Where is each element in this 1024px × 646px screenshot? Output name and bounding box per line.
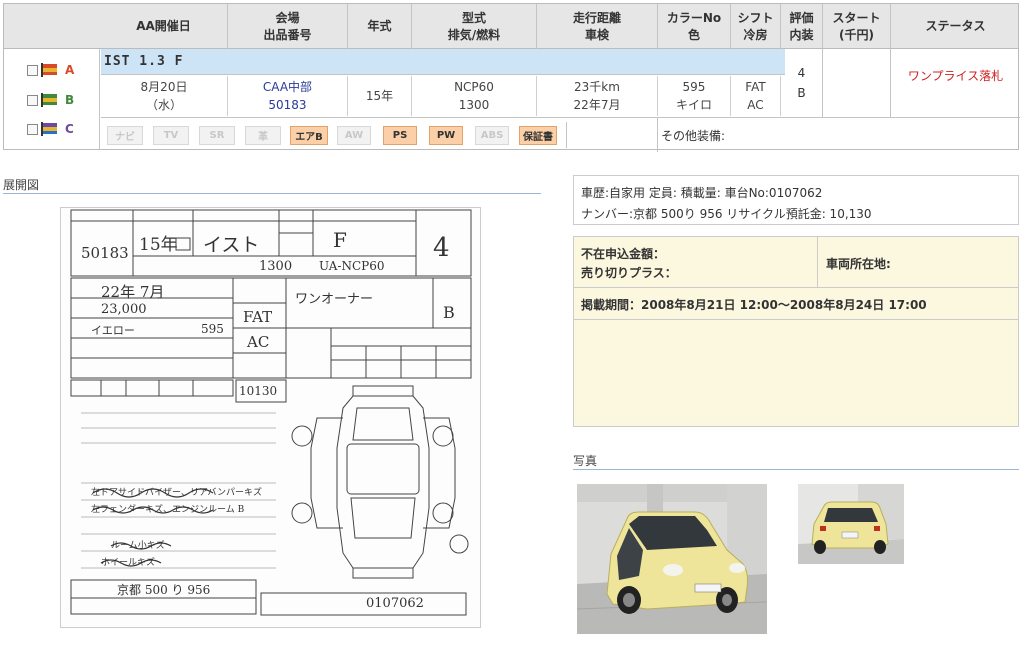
- grade-score: 4: [797, 66, 806, 80]
- photos-heading-rule: [573, 469, 1019, 470]
- option-aw: AW: [337, 126, 371, 145]
- vehicle-history-line: 車歴:自家用 定員: 積載量: 車台No:0107062: [581, 186, 823, 200]
- col-start: スタート (千円): [823, 4, 891, 49]
- grade-cell: 4 B: [781, 49, 823, 117]
- car-photo-rear[interactable]: [798, 484, 904, 564]
- option-sr: SR: [199, 126, 235, 145]
- listing-table: AA開催日 会場 出品番号 年式 型式 排気/燃料 走行距離 車検 カラーNo …: [3, 3, 1020, 152]
- sheet-mileage: 23,000: [101, 302, 147, 317]
- sheet-displacement: 1300: [259, 259, 293, 274]
- option-navi: ナビ: [107, 126, 143, 145]
- option-abs: ABS: [475, 126, 509, 145]
- flag-a-label: A: [65, 63, 75, 77]
- sheet-car-name: イスト: [203, 234, 260, 256]
- car-front-illustration: [577, 484, 767, 634]
- sheet-note-4: ホイールキズ: [101, 558, 156, 568]
- inspection-sheet-image[interactable]: 50183 15年 イスト F 4 1300 UA-NCP60 22年 7月 2…: [60, 207, 481, 628]
- sheet-note-1: 左ドアサイドバイザー、リアバンパーキズ: [91, 488, 263, 498]
- sheet-inspection: 22年 7月: [101, 283, 165, 301]
- shift-ac: FAT AC: [731, 76, 781, 116]
- photos-heading: 写真: [573, 454, 598, 468]
- option-warranty: 保証書: [519, 126, 557, 145]
- sheet-chassis-number: 0107062: [366, 596, 424, 611]
- col-year: 年式: [348, 4, 412, 49]
- interior-grade: B: [797, 86, 806, 100]
- option-row: ナビ TV SR 革 エアB AW PS PW ABS 保証書 その他装備:: [101, 117, 1020, 152]
- car-photo-front[interactable]: [577, 484, 767, 634]
- bid-info-box: 不在申込金額： 売り切りプラス： 車両所在地: 掲載期間：2008年8月21日 …: [573, 236, 1019, 427]
- flag-c-checkbox[interactable]: [27, 123, 38, 135]
- flag-c-icon: [41, 122, 61, 136]
- type-displacement: NCP60 1300: [412, 76, 537, 116]
- sheet-shift: FAT: [243, 308, 273, 326]
- listing-period-row: 掲載期間：2008年8月21日 12:00～2008年8月24日 17:00: [574, 288, 1018, 320]
- option-pw: PW: [429, 126, 463, 145]
- option-leather: 革: [245, 126, 281, 145]
- flag-b-label: B: [65, 93, 75, 107]
- flag-row-b[interactable]: B: [27, 92, 74, 108]
- col-shift: シフト 冷房: [731, 4, 781, 49]
- option-ps: PS: [383, 126, 417, 145]
- sheet-score: 4: [433, 233, 450, 263]
- venue-lot: CAA中部 50183: [228, 76, 348, 116]
- flag-b-checkbox[interactable]: [27, 94, 38, 106]
- col-grade: 評価 内装: [781, 4, 823, 49]
- sheet-model-code: UA-NCP60: [319, 259, 385, 273]
- option-airbag: エアB: [290, 126, 328, 145]
- flag-c-label: C: [65, 122, 74, 136]
- mileage-inspection: 23千km 22年7月: [537, 76, 658, 116]
- col-type: 型式 排気/燃料: [412, 4, 537, 49]
- color-value: 595 キイロ: [658, 76, 731, 116]
- sheet-ac: AC: [247, 333, 270, 351]
- sheet-recycle-fee: 10130: [239, 384, 278, 398]
- flag-row-c[interactable]: C: [27, 121, 74, 137]
- diagram-heading: 展開図: [3, 178, 40, 192]
- diagram-heading-rule: [3, 193, 541, 194]
- col-color: カラーNo 色: [658, 4, 731, 49]
- sheet-plate: 京都 500 り 956: [117, 583, 211, 597]
- col-venue-lot: 会場 出品番号: [228, 4, 348, 49]
- vehicle-location-label: 車両所在地:: [826, 257, 891, 271]
- col-auction-date: AA開催日: [100, 4, 228, 49]
- absent-bid-label: 不在申込金額：: [581, 247, 666, 261]
- option-tv: TV: [153, 126, 189, 145]
- model-name-link[interactable]: IST 1.3 F: [101, 49, 785, 75]
- vehicle-info-box: 車歴:自家用 定員: 積載量: 車台No:0107062 ナンバー:京都 500…: [573, 175, 1019, 225]
- table-header: AA開催日 会場 出品番号 年式 型式 排気/燃料 走行距離 車検 カラーNo …: [4, 4, 1018, 49]
- model-year: 15年: [348, 76, 412, 116]
- col-mileage: 走行距離 車検: [537, 4, 658, 49]
- sheet-interior: B: [443, 303, 455, 322]
- listing-period: 掲載期間：2008年8月21日 12:00～2008年8月24日 17:00: [581, 298, 927, 312]
- sheet-grade: F: [333, 228, 347, 252]
- sheet-sales-point: ワンオーナー: [295, 292, 374, 307]
- car-rear-illustration: [798, 484, 904, 564]
- start-price: [823, 49, 891, 117]
- auction-date: 8月20日 （水）: [101, 76, 228, 116]
- sheet-year: 15年: [139, 235, 178, 255]
- sheet-lot-number: 50183: [81, 244, 129, 262]
- sell-plus-label: 売り切りプラス：: [581, 266, 677, 280]
- plate-recycle-line: ナンバー:京都 500り 956 リサイクル預託金: 10,130: [581, 207, 872, 221]
- col-status: ステータス: [925, 19, 986, 33]
- flag-column: A B C: [4, 49, 100, 150]
- other-equipment-label: その他装備:: [657, 118, 725, 152]
- flag-a-icon: [41, 63, 61, 77]
- flag-a-checkbox[interactable]: [27, 64, 38, 76]
- sheet-color-name: イエロー: [91, 324, 135, 337]
- sheet-color-code: 595: [201, 322, 224, 336]
- flag-b-icon: [41, 93, 61, 107]
- sheet-note-2: 左フェンダーキズ、エンジンルーム B: [91, 505, 245, 515]
- sheet-note-3: ルーム小キズ: [111, 541, 165, 551]
- bid-info-row: 不在申込金額： 売り切りプラス： 車両所在地:: [574, 237, 1018, 288]
- flag-row-a[interactable]: A: [27, 62, 74, 78]
- status-badge: ワンプライス落札: [907, 69, 1004, 83]
